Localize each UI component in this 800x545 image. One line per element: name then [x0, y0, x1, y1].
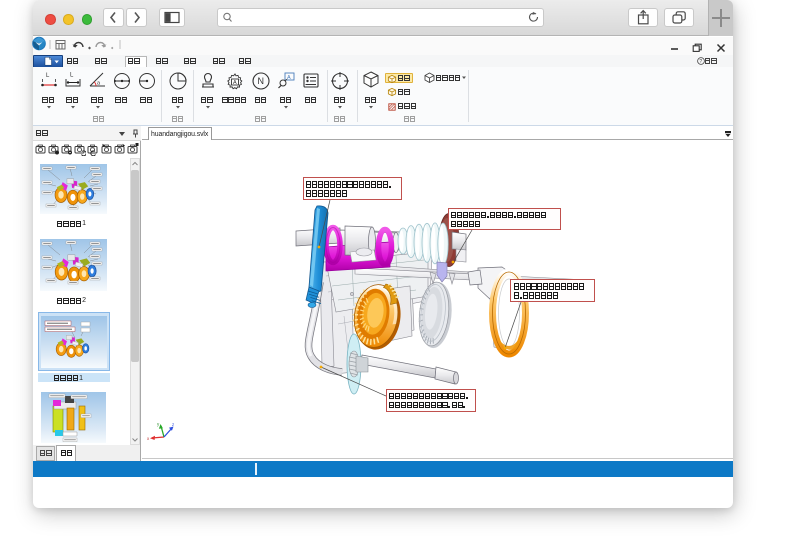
svg-text:N: N — [258, 76, 265, 86]
svg-text:L: L — [46, 73, 50, 79]
svg-text:x: x — [147, 436, 150, 441]
svg-text:?: ? — [699, 59, 702, 65]
svg-text:A: A — [287, 75, 291, 81]
svg-text:z: z — [172, 422, 175, 427]
svg-text:L: L — [70, 73, 74, 79]
svg-text:y: y — [157, 422, 160, 427]
svg-text:A: A — [233, 80, 237, 86]
